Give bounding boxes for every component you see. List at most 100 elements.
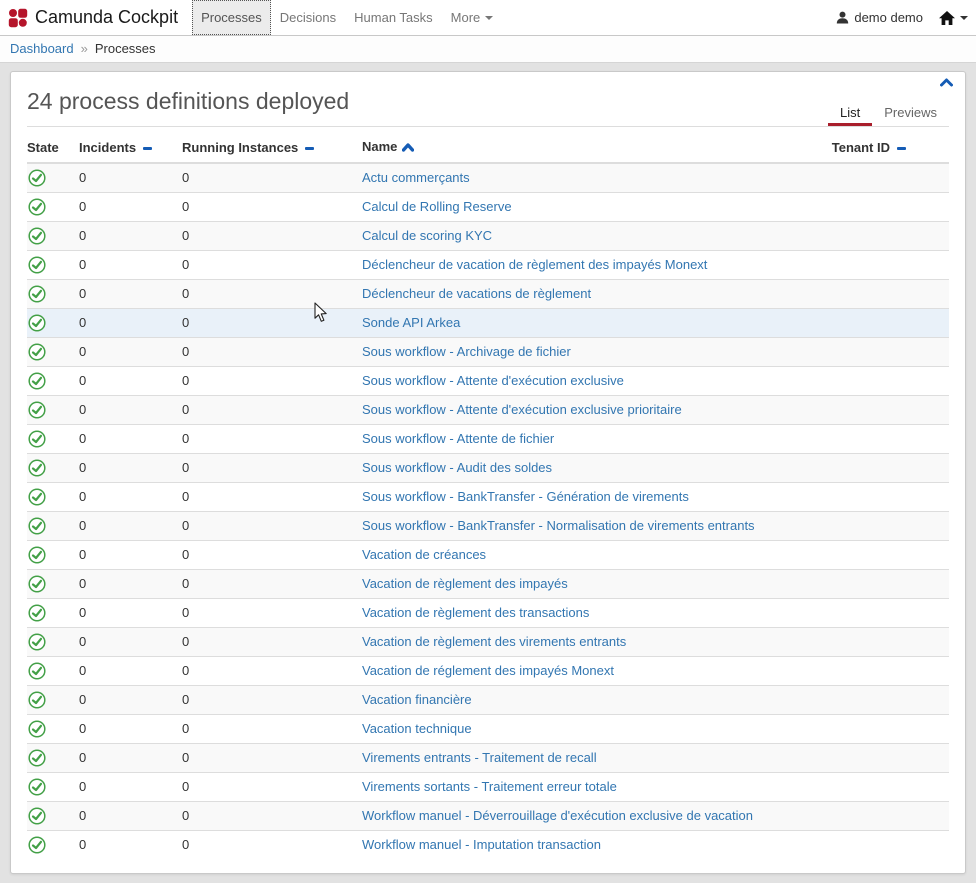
- nav-item-decisions[interactable]: Decisions: [271, 0, 345, 35]
- process-name-link[interactable]: Vacation de règlement des transactions: [362, 605, 589, 620]
- name-cell: Vacation de créances: [362, 540, 809, 569]
- tenant-id-cell: [809, 685, 949, 714]
- process-table-row[interactable]: 0 0 Sous workflow - Attente d'exécution …: [27, 366, 949, 395]
- incidents-cell: 0: [79, 337, 182, 366]
- process-name-link[interactable]: Calcul de scoring KYC: [362, 228, 492, 243]
- process-table-row[interactable]: 0 0 Vacation technique: [27, 714, 949, 743]
- process-table-row[interactable]: 0 0 Calcul de scoring KYC: [27, 221, 949, 250]
- view-tabs: List Previews: [828, 98, 949, 126]
- process-table-row[interactable]: 0 0 Vacation de règlement des transactio…: [27, 598, 949, 627]
- ok-state-icon: [28, 836, 79, 854]
- nav-item-human-tasks[interactable]: Human Tasks: [345, 0, 442, 35]
- process-name-link[interactable]: Calcul de Rolling Reserve: [362, 199, 512, 214]
- process-table-row[interactable]: 0 0 Sous workflow - Attente de fichier: [27, 424, 949, 453]
- process-name-link[interactable]: Sous workflow - Attente de fichier: [362, 431, 554, 446]
- process-name-link[interactable]: Vacation de réglement des impayés Monext: [362, 663, 614, 678]
- process-table-row[interactable]: 0 0 Vacation de créances: [27, 540, 949, 569]
- incidents-cell: 0: [79, 540, 182, 569]
- process-name-link[interactable]: Vacation de créances: [362, 547, 486, 562]
- process-table-row[interactable]: 0 0 Actu commerçants: [27, 163, 949, 192]
- process-name-link[interactable]: Vacation de règlement des virements entr…: [362, 634, 626, 649]
- process-name-link[interactable]: Vacation technique: [362, 721, 472, 736]
- running-instances-cell: 0: [182, 279, 362, 308]
- process-table-row[interactable]: 0 0 Sous workflow - Archivage de fichier: [27, 337, 949, 366]
- process-name-link[interactable]: Sous workflow - Archivage de fichier: [362, 344, 571, 359]
- home-icon: [939, 11, 955, 25]
- nav-item-processes[interactable]: Processes: [192, 0, 271, 35]
- state-cell: [27, 540, 79, 569]
- sort-minus-icon[interactable]: [143, 147, 152, 150]
- column-header-incidents[interactable]: Incidents: [79, 134, 182, 163]
- process-name-link[interactable]: Déclencheur de vacation de règlement des…: [362, 257, 707, 272]
- column-header-name[interactable]: Name: [362, 134, 809, 163]
- state-cell: [27, 250, 79, 279]
- process-table-row[interactable]: 0 0 Calcul de Rolling Reserve: [27, 192, 949, 221]
- navbar-right: demo demo: [836, 0, 968, 35]
- process-table-row[interactable]: 0 0 Workflow manuel - Déverrouillage d'e…: [27, 801, 949, 830]
- state-cell: [27, 569, 79, 598]
- tab-list[interactable]: List: [828, 98, 872, 126]
- process-name-link[interactable]: Virements sortants - Traitement erreur t…: [362, 779, 617, 794]
- incidents-cell: 0: [79, 366, 182, 395]
- process-table-row[interactable]: 0 0 Sous workflow - BankTransfer - Génér…: [27, 482, 949, 511]
- process-table-row[interactable]: 0 0 Sonde API Arkea: [27, 308, 949, 337]
- tenant-id-cell: [809, 163, 949, 192]
- process-name-link[interactable]: Vacation de règlement des impayés: [362, 576, 568, 591]
- incidents-cell: 0: [79, 308, 182, 337]
- process-table-row[interactable]: 0 0 Vacation financière: [27, 685, 949, 714]
- sort-minus-icon[interactable]: [305, 147, 314, 150]
- sort-ascending-icon[interactable]: [402, 140, 414, 155]
- process-table-row[interactable]: 0 0 Sous workflow - Attente d'exécution …: [27, 395, 949, 424]
- process-name-link[interactable]: Vacation financière: [362, 692, 472, 707]
- incidents-cell: 0: [79, 743, 182, 772]
- process-table-row[interactable]: 0 0 Déclencheur de vacation de règlement…: [27, 250, 949, 279]
- process-table-row[interactable]: 0 0 Workflow manuel - Imputation transac…: [27, 830, 949, 859]
- process-name-link[interactable]: Sous workflow - Attente d'exécution excl…: [362, 402, 682, 417]
- process-table-body: 0 0 Actu commerçants 0 0 Calcul de Rolli…: [27, 163, 949, 859]
- process-name-link[interactable]: Sous workflow - Attente d'exécution excl…: [362, 373, 624, 388]
- breadcrumb: Dashboard » Processes: [0, 36, 976, 63]
- ok-state-icon: [28, 372, 79, 390]
- nav-item-more[interactable]: More: [442, 0, 503, 35]
- process-name-link[interactable]: Virements entrants - Traitement de recal…: [362, 750, 597, 765]
- process-table-row[interactable]: 0 0 Vacation de règlement des impayés: [27, 569, 949, 598]
- tenant-id-cell: [809, 656, 949, 685]
- brand[interactable]: Camunda Cockpit: [8, 0, 178, 35]
- process-table-row[interactable]: 0 0 Vacation de règlement des virements …: [27, 627, 949, 656]
- ok-state-icon: [28, 430, 79, 448]
- process-name-link[interactable]: Sous workflow - Audit des soldes: [362, 460, 552, 475]
- column-header-running-instances[interactable]: Running Instances: [182, 134, 362, 163]
- process-table-row[interactable]: 0 0 Sous workflow - Audit des soldes: [27, 453, 949, 482]
- chevron-up-icon[interactable]: [940, 78, 953, 87]
- process-name-link[interactable]: Workflow manuel - Déverrouillage d'exécu…: [362, 808, 753, 823]
- process-name-link[interactable]: Sonde API Arkea: [362, 315, 460, 330]
- process-name-link[interactable]: Actu commerçants: [362, 170, 470, 185]
- process-table-row[interactable]: 0 0 Virements entrants - Traitement de r…: [27, 743, 949, 772]
- incidents-header-label: Incidents: [79, 140, 136, 155]
- process-table-row[interactable]: 0 0 Vacation de réglement des impayés Mo…: [27, 656, 949, 685]
- process-name-link[interactable]: Sous workflow - BankTransfer - Génératio…: [362, 489, 689, 504]
- breadcrumb-dashboard-link[interactable]: Dashboard: [10, 41, 74, 56]
- process-table-row[interactable]: 0 0 Virements sortants - Traitement erre…: [27, 772, 949, 801]
- user-menu[interactable]: demo demo: [836, 10, 923, 25]
- state-cell: [27, 192, 79, 221]
- process-name-link[interactable]: Sous workflow - BankTransfer - Normalisa…: [362, 518, 755, 533]
- ok-state-icon: [28, 256, 79, 274]
- process-table-row[interactable]: 0 0 Sous workflow - BankTransfer - Norma…: [27, 511, 949, 540]
- process-name-link[interactable]: Workflow manuel - Imputation transaction: [362, 837, 601, 852]
- main-nav: Processes Decisions Human Tasks More: [192, 0, 502, 35]
- process-definitions-panel: 24 process definitions deployed List Pre…: [10, 71, 966, 874]
- tab-previews[interactable]: Previews: [872, 98, 949, 126]
- camunda-logo-icon: [8, 8, 28, 28]
- name-cell: Sonde API Arkea: [362, 308, 809, 337]
- breadcrumb-current: Processes: [95, 41, 156, 56]
- running-instances-cell: 0: [182, 453, 362, 482]
- process-table-row[interactable]: 0 0 Déclencheur de vacations de règlemen…: [27, 279, 949, 308]
- process-name-link[interactable]: Déclencheur de vacations de règlement: [362, 286, 591, 301]
- incidents-cell: 0: [79, 163, 182, 192]
- tenant-id-cell: [809, 482, 949, 511]
- incidents-cell: 0: [79, 714, 182, 743]
- column-header-tenant-id[interactable]: Tenant ID: [809, 134, 949, 163]
- sort-minus-icon[interactable]: [897, 147, 906, 150]
- app-switcher[interactable]: [939, 11, 968, 25]
